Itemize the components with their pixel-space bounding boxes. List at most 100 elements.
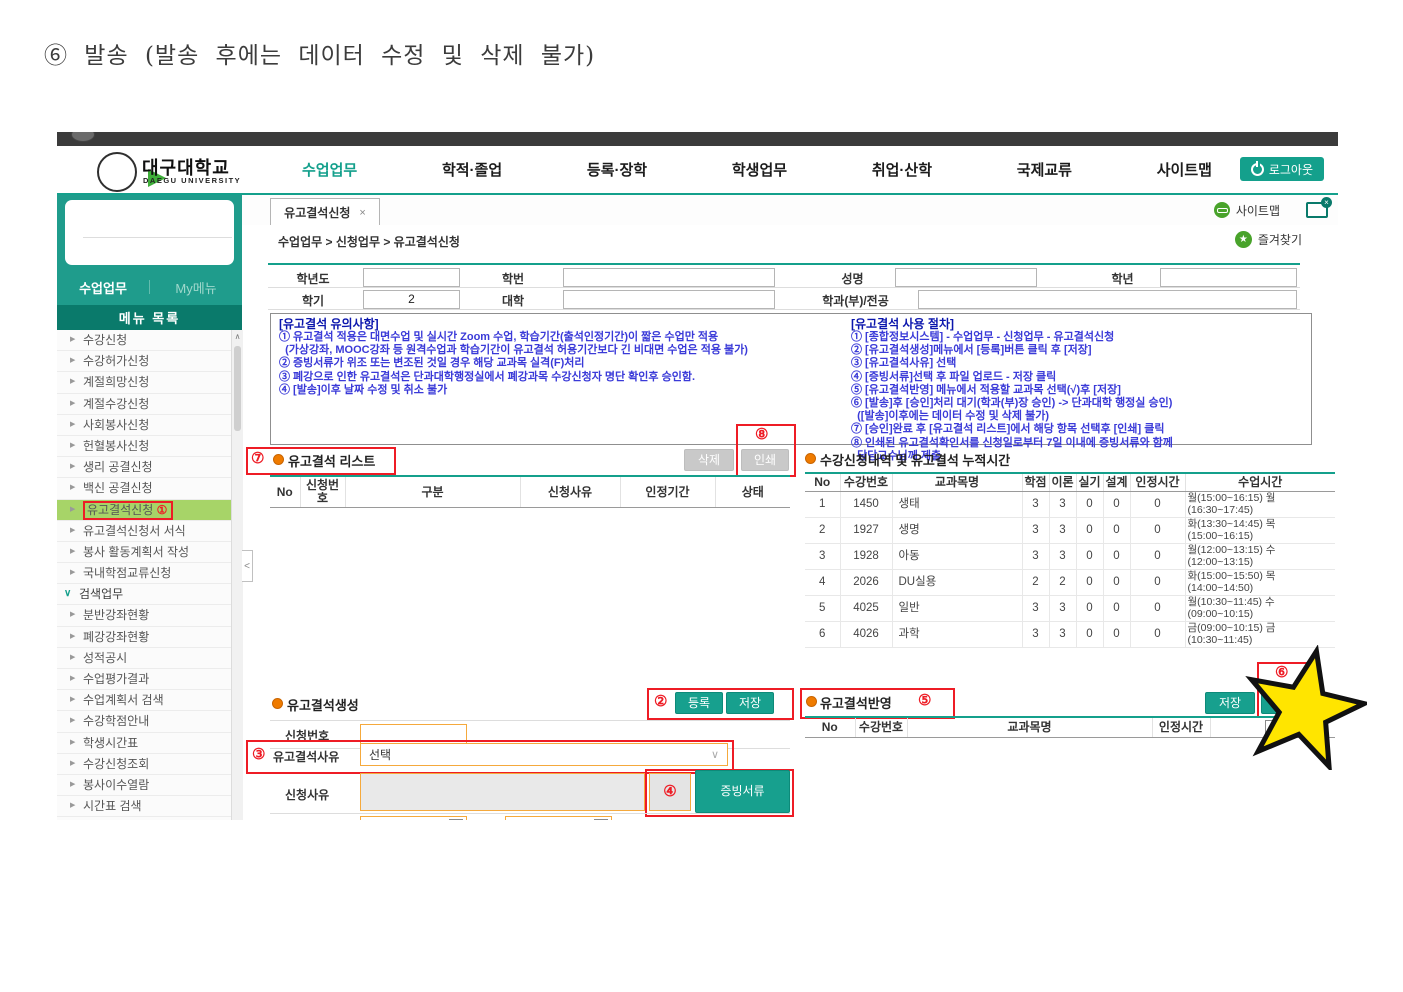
tab-close-icon[interactable]: × <box>359 207 365 219</box>
sidebar-item-service-plan[interactable]: 봉사 활동계획서 작성 <box>57 542 242 563</box>
favorite-star-icon: ★ <box>1235 231 1252 248</box>
tab-excused-absence[interactable]: 유고결석신청 × <box>270 198 380 226</box>
notice-line: (가상강좌, MOOC강좌 등 원격수업과 학습기간이 유고결석 허용기간보다 … <box>279 344 841 357</box>
sidebar-item-social-service[interactable]: 사회봉사신청 <box>57 415 242 436</box>
col-reason: 신청사유 <box>520 476 620 508</box>
notice-line: ② [유고결석생성]메뉴에서 [등록]버튼 클릭 후 [저장] <box>851 344 1303 357</box>
reason-select[interactable]: 선택 ∨ <box>360 743 728 766</box>
attach-file-button[interactable]: 증빙서류 <box>695 770 790 813</box>
year-input[interactable] <box>363 268 460 287</box>
table-row[interactable]: 11450생태33000월(15:00~16:15) 월(16:30~17:45… <box>805 492 1335 518</box>
student-id-label: 학번 <box>468 270 558 287</box>
student-id-input[interactable] <box>563 268 775 287</box>
calendar-icon[interactable] <box>449 819 463 820</box>
nav-item-registration-scholarship[interactable]: 등록·장학 <box>587 159 647 180</box>
col-app-no: 신청번호 <box>300 476 345 508</box>
name-input[interactable] <box>895 268 1037 287</box>
sidebar-tab-course-work[interactable]: 수업업무 <box>57 278 149 297</box>
student-info-form: 학년도 학번 성명 학년 학기 2 대학 학과(부)/전공 <box>268 263 1300 310</box>
sidebar-item-course-outline[interactable]: 교과목개요(교과) <box>57 817 242 820</box>
sidebar-item-timetable-search[interactable]: 시간표 검색 <box>57 796 242 817</box>
sidebar-item-seasonal-hope[interactable]: 계절희망신청 <box>57 372 242 393</box>
sidebar-item-course-permission[interactable]: 수강허가신청 <box>57 351 242 372</box>
table-row[interactable]: 54025일반33000월(10:30~11:45) 수(09:00~10:15… <box>805 596 1335 622</box>
sidebar-item-seasonal-registration[interactable]: 계절수강신청 <box>57 394 242 415</box>
sidebar-item-menstrual-absence[interactable]: 생리 공결신청 <box>57 457 242 478</box>
sidebar-item-course-registration[interactable]: 수강신청 <box>57 330 242 351</box>
table-row[interactable]: 64026과학33000금(09:00~10:15) 금(10:30~11:45… <box>805 622 1335 648</box>
sidebar-item-excused-absence[interactable]: 유고결석신청 ① <box>57 500 242 521</box>
reason-label: 유고결석사유 <box>273 748 339 765</box>
annotation-1: ① <box>157 503 168 517</box>
notice-line: ④ [발송]이후 날짜 수정 및 취소 불가 <box>279 384 841 397</box>
notice-line: ③ 폐강으로 인한 유고결석은 단과대학행정실에서 폐강과목 수강신청자 명단 … <box>279 371 841 384</box>
table-row[interactable]: 21927생명33000화(13:30~14:45) 목(15:00~16:15… <box>805 518 1335 544</box>
col-theory: 이론 <box>1049 473 1076 492</box>
sidebar-item-class-division[interactable]: 분반강좌현황 <box>57 605 242 626</box>
menu-list-header: 메뉴 목록 <box>57 305 242 330</box>
sidebar-item-grade-posting[interactable]: 성적공시 <box>57 648 242 669</box>
nav-item-international[interactable]: 국제교류 <box>1017 159 1072 180</box>
nav-item-student-affairs[interactable]: 학생업무 <box>732 159 787 180</box>
page-title: ⑥ 발송 (발송 후에는 데이터 수정 및 삭제 불가) <box>44 36 595 70</box>
app-window: 대구대학교 DAEGU UNIVERSITY 수업업무 학적·졸업 등록·장학 … <box>57 132 1338 820</box>
sidebar: 수업업무 My메뉴 메뉴 목록 수강신청 수강허가신청 계절희망신청 계절수강신… <box>57 195 242 820</box>
logout-button[interactable]: 로그아웃 <box>1240 157 1324 181</box>
favorite-button[interactable]: ★ 즐겨찾기 <box>1235 231 1302 248</box>
sitemap-link[interactable]: 사이트맵 <box>1214 202 1280 219</box>
scroll-up-icon[interactable]: ∧ <box>232 332 243 341</box>
sidebar-section-search[interactable]: 검색업무 <box>57 584 242 605</box>
create-divider <box>270 720 790 721</box>
breadcrumb: 수업업무 > 신청업무 > 유고결석신청 <box>278 233 460 250</box>
favorite-label: 즐겨찾기 <box>1258 231 1302 248</box>
star-annotation <box>1242 645 1367 770</box>
window-tabs-icon[interactable] <box>1306 202 1328 218</box>
nav-item-course-work[interactable]: 수업업무 <box>302 159 357 180</box>
sidebar-tab-mymenu[interactable]: My메뉴 <box>150 278 242 297</box>
sidebar-item-syllabus-search[interactable]: 수업계획서 검색 <box>57 690 242 711</box>
main-nav: 수업업무 학적·졸업 등록·장학 학생업무 취업·산학 국제교류 사이트맵 <box>302 146 1212 193</box>
annotation-2: ② <box>654 694 667 709</box>
sidebar-item-credit-guide[interactable]: 수강학점안내 <box>57 711 242 732</box>
detail-reason-textarea[interactable] <box>360 773 645 811</box>
print-button[interactable]: 인쇄 <box>741 449 789 471</box>
sidebar-item-vaccine-absence[interactable]: 백신 공결신청 <box>57 478 242 499</box>
save-create-button[interactable]: 저장 <box>726 692 774 714</box>
sidebar-item-service-record[interactable]: 봉사이수열람 <box>57 775 242 796</box>
college-input[interactable] <box>563 290 775 309</box>
sidebar-item-domestic-credit[interactable]: 국내학점교류신청 <box>57 563 242 584</box>
table-row[interactable]: 42026DU실용22000화(15:00~15:50) 목(14:00~14:… <box>805 570 1335 596</box>
grade-input[interactable] <box>1160 268 1297 287</box>
sidebar-item-cancelled-courses[interactable]: 폐강강좌현황 <box>57 627 242 648</box>
term-input[interactable]: 2 <box>363 290 460 309</box>
sidebar-item-registration-lookup[interactable]: 수강신청조회 <box>57 754 242 775</box>
create-divider <box>270 813 790 814</box>
nav-item-career[interactable]: 취업·산학 <box>872 159 932 180</box>
col-no: No <box>805 717 855 738</box>
col-recognized-hours: 인정시간 <box>1152 717 1210 738</box>
dept-input[interactable] <box>918 290 1297 309</box>
term-label: 학기 <box>268 292 358 309</box>
power-icon <box>1251 163 1264 176</box>
scrollbar-thumb[interactable] <box>234 346 241 431</box>
chrome-dot <box>71 132 95 142</box>
name-label: 성명 <box>815 270 890 287</box>
attach-cell: ④ <box>649 773 691 811</box>
sidebar-item-class-evaluation[interactable]: 수업평가결과 <box>57 669 242 690</box>
sidebar-item-blood-donation[interactable]: 헌혈봉사신청 <box>57 436 242 457</box>
annotation-5: ⑤ <box>918 693 931 708</box>
sidebar-item-absence-form[interactable]: 유고결석신청서 서식 <box>57 521 242 542</box>
table-row[interactable]: 31928아동33000월(12:00~13:15) 수(12:00~13:15… <box>805 544 1335 570</box>
delete-button[interactable]: 삭제 <box>684 449 734 471</box>
userbox-divider <box>83 237 232 238</box>
university-logo <box>97 152 137 192</box>
nav-item-sitemap[interactable]: 사이트맵 <box>1157 159 1212 180</box>
create-section-title: 유고결석생성 <box>287 695 359 714</box>
calendar-icon[interactable] <box>594 819 608 820</box>
register-button[interactable]: 등록 <box>675 692 723 714</box>
sidebar-item-student-timetable[interactable]: 학생시간표 <box>57 733 242 754</box>
reason-selected-value: 선택 <box>369 746 391 763</box>
sidebar-collapse-handle[interactable]: < <box>242 550 253 582</box>
nav-item-records-graduation[interactable]: 학적·졸업 <box>442 159 502 180</box>
notice-cautions: [유고결석 유의사항] ① 유고결석 적용은 대면수업 및 실시간 Zoom 수… <box>279 317 841 397</box>
